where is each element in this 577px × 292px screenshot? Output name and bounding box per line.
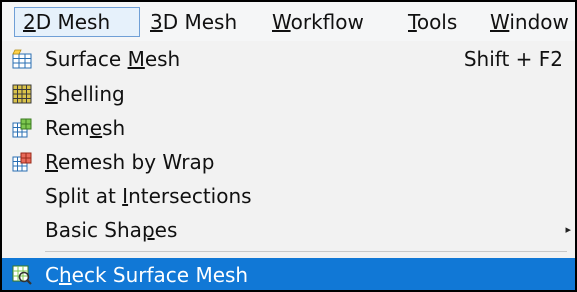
menu-window-label-mnemonic: W	[490, 10, 510, 34]
menu-item-surface-mesh-pre: Surface	[45, 47, 128, 71]
application-window: 2D Mesh 3D Mesh Workflow Tools Window Su…	[0, 0, 577, 292]
menu-item-remesh-pre: Rem	[45, 116, 90, 140]
menu-3d-mesh-label-post: D Mesh	[162, 10, 238, 34]
menu-2d-mesh-label-mnemonic: 2	[23, 10, 36, 34]
menu-item-surface-mesh[interactable]: Surface Mesh Shift + F2	[2, 42, 575, 76]
menu-item-shelling[interactable]: Shelling	[2, 77, 575, 111]
surface-mesh-icon	[12, 49, 32, 69]
menu-item-surface-mesh-post: esh	[144, 47, 181, 71]
menu-item-remesh-mnemonic: e	[89, 116, 103, 140]
menu-item-surface-mesh-mnemonic: M	[127, 47, 145, 71]
menu-item-split-post: ntersections	[128, 184, 252, 208]
menu-window[interactable]: Window	[482, 7, 575, 37]
check-surface-mesh-icon	[12, 265, 32, 285]
menu-workflow-label-mnemonic: W	[272, 10, 291, 34]
menu-item-remesh-by-wrap-mnemonic: R	[45, 150, 58, 174]
menu-2d-mesh-label-post: D Mesh	[35, 10, 111, 34]
menu-item-split-pre: Split at	[45, 184, 123, 208]
menu-item-remesh-post: sh	[102, 116, 126, 140]
menu-tools[interactable]: Tools	[400, 7, 476, 37]
menu-item-check-surface-mesh-pre: C	[45, 263, 59, 287]
menu-item-basic-shapes-mnemonic: p	[141, 218, 155, 242]
menu-item-basic-shapes-pre: Basic Sha	[45, 218, 142, 242]
menu-workflow-label-post: orkflow	[290, 10, 364, 34]
menu-item-check-surface-mesh-post: eck Surface Mesh	[71, 263, 249, 287]
menu-3d-mesh[interactable]: 3D Mesh	[142, 7, 254, 37]
menu-item-split-at-intersections[interactable]: Split at Intersections	[2, 179, 575, 213]
menu-separator	[45, 251, 567, 252]
remesh-by-wrap-icon	[12, 152, 32, 172]
dropdown-menu-2d-mesh: Surface Mesh Shift + F2 Shelling Remesh …	[2, 41, 575, 290]
menu-item-shelling-post: helling	[57, 82, 125, 106]
menu-item-basic-shapes[interactable]: Basic Shapes ▸	[2, 213, 575, 247]
menu-bar: 2D Mesh 3D Mesh Workflow Tools Window	[2, 2, 575, 42]
menu-window-label-post: indow	[509, 10, 569, 34]
menu-workflow[interactable]: Workflow	[264, 7, 390, 37]
menu-tools-label-post: ools	[416, 10, 458, 34]
remesh-icon	[12, 118, 32, 138]
menu-item-remesh-by-wrap[interactable]: Remesh by Wrap	[2, 145, 575, 179]
menu-item-remesh-by-wrap-post: emesh by Wrap	[58, 150, 215, 174]
shelling-icon	[12, 84, 32, 104]
menu-item-check-surface-mesh-mnemonic: h	[58, 263, 72, 287]
menu-3d-mesh-label-mnemonic: 3	[150, 10, 163, 34]
menu-item-basic-shapes-post: es	[154, 218, 178, 242]
menu-tools-label-mnemonic: T	[408, 10, 417, 34]
menu-item-shelling-mnemonic: S	[45, 82, 58, 106]
menu-item-check-surface-mesh[interactable]: Check Surface Mesh	[2, 258, 575, 290]
menu-2d-mesh[interactable]: 2D Mesh	[14, 7, 140, 37]
submenu-arrow-icon: ▸	[565, 223, 571, 236]
menu-item-surface-mesh-shortcut: Shift + F2	[463, 47, 563, 71]
menu-item-remesh[interactable]: Remesh	[2, 111, 575, 145]
